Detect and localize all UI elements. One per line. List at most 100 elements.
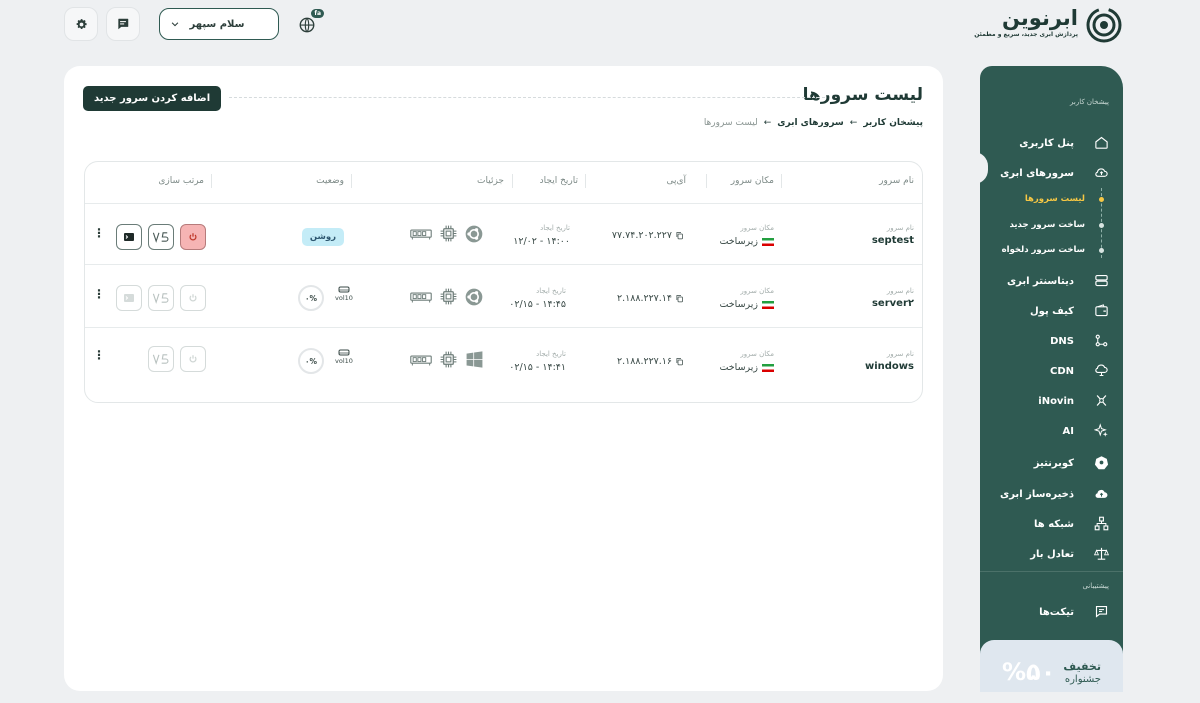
col-separator <box>706 174 707 188</box>
vnc-icon <box>152 293 169 304</box>
server-name[interactable]: septest <box>872 235 914 246</box>
col-header-status: وضعیت <box>316 176 344 186</box>
cell-label-created: تاریخ ایجاد <box>536 350 566 358</box>
breadcrumb-server-list: لیست سرورها <box>703 118 758 128</box>
server-location: زیرساخت <box>719 236 774 247</box>
logo-mark-icon <box>1086 7 1122 43</box>
language-switcher[interactable]: fa <box>298 9 324 36</box>
cdn-icon <box>1095 364 1108 376</box>
col-separator <box>211 174 212 188</box>
datacenter-icon <box>1095 274 1108 287</box>
console-button[interactable] <box>116 285 142 311</box>
power-button[interactable] <box>180 224 206 250</box>
sidebar-item-datacenter[interactable]: دیتاسنتر ابری <box>992 271 1109 291</box>
sidebar-item-wallet[interactable]: کیف پول <box>992 301 1109 321</box>
brand-logo[interactable]: ابرنوین پردازش ابری جدید، سریع و مطمئن <box>974 6 1122 43</box>
copy-icon[interactable] <box>675 357 684 366</box>
promo-banner[interactable]: %۵۰ تخفیف جشنواره <box>980 640 1123 692</box>
server-ip[interactable]: ۲.۱۸۸.۲۲۷.۱۴ <box>617 293 684 304</box>
vnc-button[interactable] <box>148 224 174 250</box>
copy-icon[interactable] <box>675 294 684 303</box>
server-ip[interactable]: ۷۷.۷۴.۲۰۲.۲۲۷ <box>612 230 684 241</box>
server-ip[interactable]: ۲.۱۸۸.۲۲۷.۱۶ <box>617 356 684 367</box>
more-options-icon[interactable]: ⋮ <box>93 287 105 301</box>
iran-flag-icon <box>762 237 774 246</box>
cpu-icon <box>440 225 457 242</box>
ubuntu-icon <box>465 225 483 243</box>
sidebar-item-label: سرورهای ابری <box>1000 167 1074 179</box>
cell-label-created: تاریخ ایجاد <box>536 287 566 295</box>
promo-title: تخفیف <box>1063 660 1101 673</box>
main-card: لیست سرورها اضافه کردن سرور جدید پیشخان … <box>64 66 943 691</box>
ubuntu-icon <box>465 288 483 306</box>
col-header-location: مکان سرور <box>730 176 774 186</box>
user-menu-dropdown[interactable]: سلام سپهر <box>159 8 279 40</box>
sidebar-item-dashboard[interactable]: پنل کاربری <box>992 133 1109 153</box>
volume-indicator: vol10 <box>332 285 356 302</box>
balance-icon <box>1094 547 1109 560</box>
disk-icon <box>338 349 350 356</box>
windows-icon <box>466 351 483 368</box>
more-options-icon[interactable]: ⋮ <box>93 226 105 240</box>
iran-flag-icon <box>762 300 774 309</box>
sidebar-item-dns[interactable]: DNS <box>992 331 1109 351</box>
console-button[interactable] <box>116 224 142 250</box>
vnc-icon <box>152 354 169 365</box>
server-name[interactable]: windows <box>865 361 914 372</box>
messages-button[interactable] <box>106 7 140 41</box>
sidebar-item-load-balancer[interactable]: تعادل بار <box>992 544 1109 564</box>
copy-icon[interactable] <box>675 231 684 240</box>
server-name[interactable]: server۲ <box>872 298 914 309</box>
globe-icon <box>299 17 315 33</box>
sidebar-item-label: پنل کاربری <box>1019 137 1074 149</box>
sidebar-item-ai[interactable]: AI <box>992 421 1109 441</box>
cpu-icon <box>440 351 457 368</box>
sidebar-item-cloud-servers[interactable]: سرورهای ابری <box>992 163 1109 183</box>
sidebar-item-networks[interactable]: شبکه ها <box>992 514 1109 534</box>
sidebar-item-cdn[interactable]: CDN <box>992 361 1109 381</box>
col-header-ip: آی‌پی <box>666 176 686 186</box>
sidebar-divider <box>980 571 1123 572</box>
vnc-icon <box>152 232 169 243</box>
sidebar-subitem-custom-server[interactable]: ساخت سرور دلخواه <box>1002 245 1085 255</box>
brand-tagline: پردازش ابری جدید، سریع و مطمئن <box>974 31 1078 38</box>
table-row[interactable]: نام سرور server۲ مکان سرور زیرساخت ۲.۱۸۸… <box>85 265 922 327</box>
col-separator <box>585 174 586 188</box>
sidebar-item-label: تیکت‌ها <box>1039 606 1074 618</box>
submenu-dot <box>1099 248 1104 253</box>
sidebar-item-inovin[interactable]: iNovin <box>992 391 1109 411</box>
sidebar-item-kubernetes[interactable]: کوبرنتیز <box>992 453 1109 473</box>
cell-label-name: نام سرور <box>886 224 914 232</box>
col-separator <box>351 174 352 188</box>
sidebar-subitem-server-list[interactable]: لیست سرورها <box>1025 194 1085 204</box>
table-row[interactable]: نام سرور windows مکان سرور زیرساخت ۲.۱۸۸… <box>85 328 922 390</box>
ram-icon <box>410 229 432 240</box>
power-button[interactable] <box>180 346 206 372</box>
breadcrumb-dashboard[interactable]: پیشخان کاربر <box>863 118 923 128</box>
ai-sparkle-icon <box>1094 423 1108 437</box>
add-server-button[interactable]: اضافه کردن سرور جدید <box>83 86 222 111</box>
cloud-storage-icon <box>1095 489 1108 498</box>
ip-value: ۷۷.۷۴.۲۰۲.۲۲۷ <box>611 230 672 241</box>
power-button[interactable] <box>180 285 206 311</box>
table-row[interactable]: نام سرور septest مکان سرور زیرساخت ۷۷.۷۴… <box>85 204 922 264</box>
breadcrumb-cloud-servers[interactable]: سرورهای ابری <box>777 118 844 128</box>
power-icon <box>189 355 197 363</box>
arrow-left-icon: ← <box>849 118 858 128</box>
sidebar-subitem-new-server[interactable]: ساخت سرور جدید <box>1009 220 1085 230</box>
vnc-button[interactable] <box>148 346 174 372</box>
vnc-button[interactable] <box>148 285 174 311</box>
sidebar-item-label: شبکه ها <box>1034 518 1074 530</box>
page-title: لیست سرورها <box>802 85 923 105</box>
terminal-icon <box>124 233 134 241</box>
sidebar-item-tickets[interactable]: تیکت‌ها <box>992 602 1109 622</box>
sidebar-item-cloud-storage[interactable]: ذخیره‌ساز ابری <box>992 484 1109 504</box>
gear-icon <box>76 18 87 29</box>
server-location: زیرساخت <box>719 299 774 310</box>
ip-value: ۲.۱۸۸.۲۲۷.۱۶ <box>617 356 672 367</box>
promo-percent: %۵۰ <box>1002 658 1056 686</box>
more-options-icon[interactable]: ⋮ <box>93 348 105 362</box>
cell-label-created: تاریخ ایجاد <box>540 224 570 232</box>
cell-label-location: مکان سرور <box>740 287 774 295</box>
settings-button[interactable] <box>64 7 98 41</box>
